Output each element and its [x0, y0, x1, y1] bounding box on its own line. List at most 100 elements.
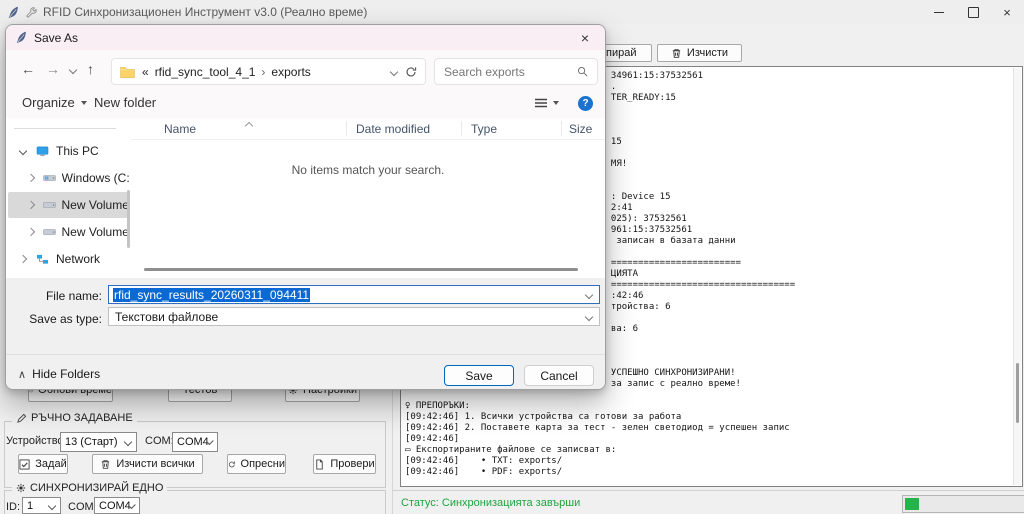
sync-one-header: СИНХРОНИЗИРАЙ ЕДНО: [12, 482, 167, 494]
sidebar-item-network[interactable]: Network: [8, 246, 129, 272]
sidebar-item-new-volume-1[interactable]: New Volume (: [8, 192, 129, 218]
new-folder-button[interactable]: New folder: [94, 95, 156, 110]
check-square-icon: [19, 459, 30, 470]
column-separator[interactable]: [346, 121, 347, 136]
dropdown-triangle-icon: [81, 101, 87, 105]
progress-bar: [902, 495, 1024, 513]
dialog-close-button[interactable]: ×: [569, 25, 601, 50]
windows-drive-icon: [43, 173, 56, 183]
dialog-feather-icon: [16, 31, 27, 44]
network-icon: [36, 254, 49, 265]
set-button[interactable]: Задай: [18, 454, 68, 474]
list-view-icon: [534, 97, 548, 109]
console-scrollbar-thumb[interactable]: [1016, 363, 1019, 423]
id-select[interactable]: 1: [22, 497, 61, 514]
chevron-up-icon: ∧: [18, 368, 26, 381]
wrench-icon: [26, 7, 37, 18]
check-button[interactable]: Провери: [313, 454, 376, 474]
file-list: Name Date modified Type Size No items ma…: [131, 118, 605, 278]
save-as-type-select[interactable]: Текстови файлове: [108, 307, 600, 326]
save-as-type-value: Текстови файлове: [115, 310, 218, 324]
chevron-down-icon: [124, 438, 132, 446]
forward-icon[interactable]: →: [46, 61, 60, 77]
help-button[interactable]: ?: [578, 96, 593, 111]
clear-all-button[interactable]: Изчисти всички: [92, 454, 203, 474]
sidebar-divider: [14, 128, 116, 129]
sidebar-item-new-volume-2[interactable]: New Volume (: [8, 219, 129, 245]
chevron-right-icon[interactable]: [27, 228, 35, 236]
trash-icon: [100, 459, 111, 470]
chevron-right-icon[interactable]: [27, 174, 35, 182]
help-icon: ?: [582, 98, 588, 109]
up-icon[interactable]: ↑: [87, 61, 94, 77]
progress-fill: [905, 498, 919, 510]
sidebar-item-windows-c[interactable]: Windows (C:): [8, 165, 129, 191]
drive-icon: [43, 200, 56, 210]
sort-ascending-icon: [245, 122, 253, 130]
trash-icon: [671, 48, 682, 59]
organize-button[interactable]: Organize: [22, 95, 87, 110]
chevron-down-icon: [48, 501, 56, 509]
refresh-icon: [228, 459, 236, 470]
column-header-date-modified[interactable]: Date modified: [356, 122, 430, 136]
close-button[interactable]: ×: [990, 1, 1024, 23]
minimize-button[interactable]: [922, 1, 956, 23]
dialog-sidebar: This PC Windows (C:) New Volume (: [6, 118, 131, 278]
chevron-down-icon[interactable]: [585, 290, 593, 298]
computer-icon: [36, 146, 49, 157]
maximize-icon: [968, 7, 979, 18]
refresh-icon[interactable]: [405, 66, 417, 78]
refresh-button[interactable]: Опресни: [227, 454, 286, 474]
chevron-right-icon[interactable]: [19, 255, 27, 263]
breadcrumb-folder[interactable]: rfid_sync_tool_4_1: [155, 65, 256, 79]
save-button[interactable]: Save: [444, 365, 514, 386]
column-header-type[interactable]: Type: [471, 122, 497, 136]
sidebar-scrollbar-thumb[interactable]: [127, 190, 130, 248]
file-name-input[interactable]: rfid_sync_results_20260311_094411: [108, 285, 600, 304]
save-as-dialog: Save As × ← → ↑ « rfid_sync_tool_4_1 › e…: [5, 24, 606, 390]
file-list-header: Name Date modified Type Size: [131, 118, 605, 140]
file-name-label: File name:: [6, 289, 102, 303]
gear-icon: [16, 483, 26, 493]
folder-icon: [120, 66, 135, 78]
view-selector-button[interactable]: [534, 97, 559, 109]
column-separator[interactable]: [561, 121, 562, 136]
status-text: Статус: Синхронизацията завърши: [401, 497, 580, 509]
search-input[interactable]: Search exports: [434, 58, 598, 85]
breadcrumb-separator: ›: [261, 65, 265, 79]
dialog-titlebar: Save As ×: [6, 25, 605, 50]
breadcrumb-chevrons[interactable]: «: [142, 65, 149, 79]
horizontal-scrollbar[interactable]: [144, 268, 578, 271]
back-icon[interactable]: ←: [21, 61, 35, 77]
document-icon: [314, 459, 325, 470]
console-scrollbar[interactable]: [1013, 68, 1021, 485]
maximize-button[interactable]: [956, 1, 990, 23]
cancel-button[interactable]: Cancel: [524, 365, 594, 386]
recent-locations-chevron-icon[interactable]: [69, 66, 77, 74]
clear-log-button[interactable]: Изчисти: [657, 44, 742, 62]
com-select[interactable]: COM4: [172, 432, 218, 452]
sidebar-item-this-pc[interactable]: This PC: [8, 138, 129, 164]
chevron-right-icon[interactable]: [27, 201, 35, 209]
address-dropdown-chevron-icon[interactable]: [390, 67, 398, 75]
column-separator[interactable]: [461, 121, 462, 136]
chevron-down-icon[interactable]: [585, 312, 593, 320]
app-title: RFID Синхронизационен Инструмент v3.0 (Р…: [43, 5, 367, 19]
app-titlebar: RFID Синхронизационен Инструмент v3.0 (Р…: [0, 0, 1024, 25]
breadcrumb-current[interactable]: exports: [271, 65, 310, 79]
file-name-value: rfid_sync_results_20260311_094411: [113, 288, 310, 302]
app-feather-icon: [8, 6, 19, 19]
dialog-filename-section: File name: rfid_sync_results_20260311_09…: [6, 278, 605, 354]
device-select[interactable]: 13 (Старт): [60, 432, 137, 452]
chevron-down-icon[interactable]: [19, 147, 27, 155]
device-label: Устройство:: [6, 435, 67, 447]
hide-folders-button[interactable]: ∧ Hide Folders: [18, 367, 100, 381]
column-header-name[interactable]: Name: [164, 122, 196, 136]
dialog-file-browser: This PC Windows (C:) New Volume (: [6, 118, 605, 278]
dialog-toolbar: ← → ↑ « rfid_sync_tool_4_1 › exports Sea…: [6, 50, 605, 88]
empty-results-text: No items match your search.: [131, 163, 605, 177]
sync-com-select[interactable]: COM4: [94, 497, 140, 514]
address-bar[interactable]: « rfid_sync_tool_4_1 › exports: [111, 58, 426, 85]
status-bar: Статус: Синхронизацията завърши: [393, 490, 1024, 514]
column-header-size[interactable]: Size: [569, 122, 592, 136]
